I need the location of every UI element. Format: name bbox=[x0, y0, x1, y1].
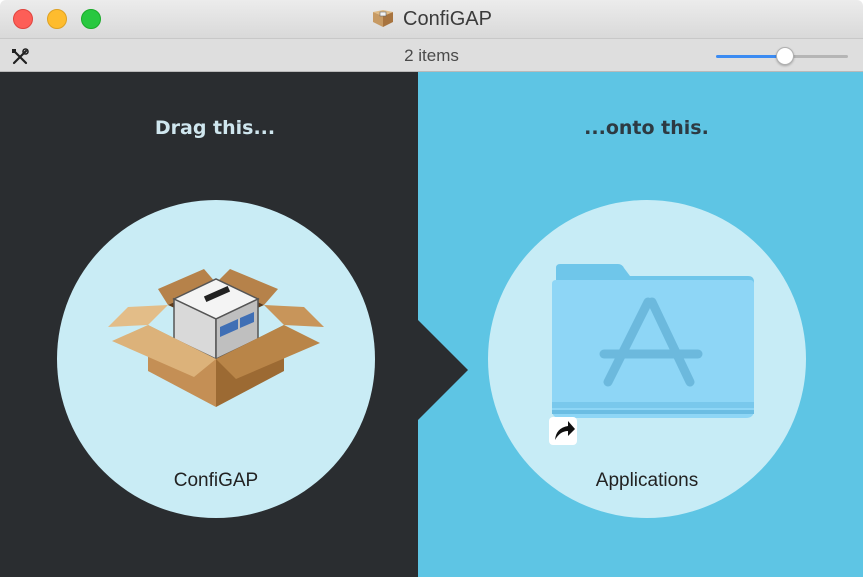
slider-thumb[interactable] bbox=[776, 47, 795, 65]
toolbar: 2 items bbox=[0, 38, 863, 72]
slider-track-filled bbox=[716, 55, 786, 58]
alias-arrow-icon bbox=[549, 417, 577, 445]
window-title: ConfiGAP bbox=[403, 7, 492, 30]
drag-heading: Drag this... bbox=[154, 117, 276, 139]
applications-folder-icon[interactable] bbox=[548, 262, 758, 422]
icon-size-slider[interactable] bbox=[716, 47, 848, 65]
drag-arrow bbox=[418, 320, 468, 420]
slider-track bbox=[785, 55, 848, 58]
finder-window: ConfiGAP 2 items Drag this... ...onto th… bbox=[0, 0, 863, 577]
dmg-background: Drag this... ...onto this. ConfiGAP Appl… bbox=[0, 72, 863, 577]
drop-heading: ...onto this. bbox=[584, 117, 709, 139]
window-title-area: ConfiGAP bbox=[0, 0, 863, 38]
package-box-icon bbox=[373, 10, 394, 27]
source-item-label: ConfiGAP bbox=[173, 470, 259, 491]
target-item-label: Applications bbox=[595, 470, 699, 491]
title-bar: ConfiGAP bbox=[0, 0, 863, 38]
package-box-icon[interactable] bbox=[108, 267, 324, 407]
